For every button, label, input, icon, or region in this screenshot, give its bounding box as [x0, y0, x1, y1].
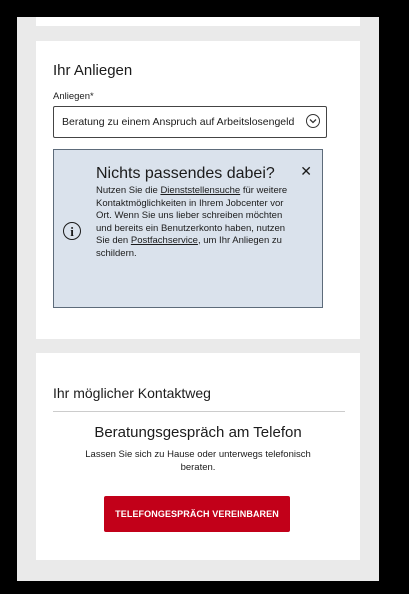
- divider: [53, 411, 345, 412]
- info-notice: i ✕ Nichts passendes dabei? Nutzen Sie d…: [53, 149, 323, 308]
- chevron-down-icon[interactable]: [306, 114, 320, 128]
- page-background: Ihr Anliegen Anliegen* Beratung zu einem…: [17, 17, 379, 581]
- method-description: Lassen Sie sich zu Hause oder unterwegs …: [85, 449, 311, 473]
- anliegen-select[interactable]: Beratung zu einem Anspruch auf Arbeitslo…: [53, 106, 327, 138]
- info-text-part: Nutzen Sie die: [96, 185, 161, 196]
- anliegen-title: Ihr Anliegen: [53, 62, 133, 79]
- postfachservice-link[interactable]: Postfachservice: [131, 235, 198, 246]
- dienststellensuche-link[interactable]: Dienststellensuche: [160, 185, 240, 196]
- info-icon: i: [63, 222, 81, 240]
- anliegen-select-value: Beratung zu einem Anspruch auf Arbeitslo…: [62, 116, 295, 128]
- method-title: Beratungsgespräch am Telefon: [94, 424, 302, 441]
- anliegen-field-label: Anliegen*: [53, 91, 94, 102]
- kontakt-card: Ihr möglicher Kontaktweg Beratungsgesprä…: [36, 353, 360, 560]
- previous-card-remainder: [36, 17, 360, 26]
- kontakt-title: Ihr möglicher Kontaktweg: [53, 385, 211, 401]
- schedule-call-button[interactable]: TELEFONGESPRÄCH VEREINBAREN: [104, 496, 290, 532]
- info-text: Nutzen Sie die Dienststellensuche für we…: [96, 185, 296, 260]
- anliegen-card: Ihr Anliegen Anliegen* Beratung zu einem…: [36, 41, 360, 339]
- info-title: Nichts passendes dabei?: [96, 165, 275, 182]
- close-icon[interactable]: ✕: [300, 164, 312, 178]
